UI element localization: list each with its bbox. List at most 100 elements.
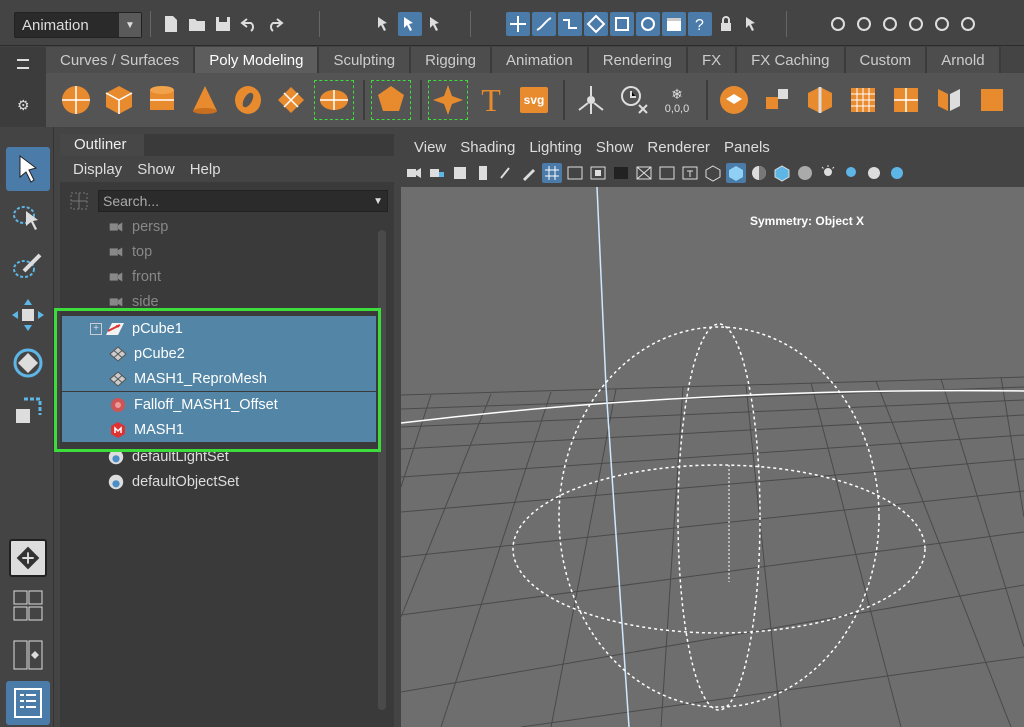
poly-sphere-icon[interactable] <box>56 80 96 120</box>
tab-arnold[interactable]: Arnold <box>927 47 1001 73</box>
outliner-scrollbar[interactable] <box>376 230 388 727</box>
snap-point-icon[interactable] <box>558 12 582 36</box>
light-editor-icon[interactable] <box>956 12 980 36</box>
search-input[interactable]: Search... ▼ <box>98 190 388 212</box>
menu-icon[interactable] <box>17 59 29 69</box>
move-tool-icon[interactable] <box>6 293 50 337</box>
redo-icon[interactable] <box>263 12 287 36</box>
rotate-tool-icon[interactable] <box>6 341 50 385</box>
combine-icon[interactable] <box>714 80 754 120</box>
default-material-icon[interactable] <box>749 163 769 183</box>
filter-icon[interactable] <box>68 190 90 212</box>
poly-plane-icon[interactable] <box>271 80 311 120</box>
tab-fx[interactable]: FX <box>687 47 738 73</box>
wireframe-on-shaded-icon[interactable] <box>772 163 792 183</box>
field-chart-icon[interactable] <box>634 163 654 183</box>
list-item[interactable]: top <box>60 239 376 264</box>
menu-shading[interactable]: Shading <box>460 139 515 156</box>
poly-disc-icon[interactable] <box>314 80 354 120</box>
lasso-tool-icon[interactable] <box>6 197 50 241</box>
poly-torus-icon[interactable] <box>228 80 268 120</box>
outliner-layout-icon[interactable] <box>6 681 50 725</box>
persp-outliner-layout-icon[interactable] <box>6 637 50 673</box>
snap-grid-icon[interactable] <box>506 12 530 36</box>
menu-help[interactable]: Help <box>190 161 221 178</box>
textured-icon[interactable] <box>795 163 815 183</box>
save-icon[interactable] <box>211 12 235 36</box>
safe-title-icon[interactable] <box>680 163 700 183</box>
separate-icon[interactable] <box>757 80 797 120</box>
paint-select-tool-icon[interactable] <box>6 245 50 289</box>
image-plane-icon[interactable] <box>473 163 493 183</box>
menu-set-dropdown[interactable]: Animation ▼ <box>14 12 142 38</box>
poly-cone-icon[interactable] <box>185 80 225 120</box>
bookmark-icon[interactable] <box>450 163 470 183</box>
two-d-pan-icon[interactable] <box>496 163 516 183</box>
wireframe-icon[interactable] <box>703 163 723 183</box>
select-lock-icon[interactable] <box>740 12 764 36</box>
list-item[interactable]: side <box>60 289 376 314</box>
menu-show[interactable]: Show <box>137 161 175 178</box>
expand-icon[interactable]: + <box>90 322 102 335</box>
open-folder-icon[interactable] <box>185 12 209 36</box>
undo-icon[interactable] <box>237 12 261 36</box>
scrollbar-thumb[interactable] <box>378 230 386 710</box>
tab-animation[interactable]: Animation <box>492 47 589 73</box>
resolution-gate-icon[interactable] <box>588 163 608 183</box>
tab-fx-caching[interactable]: FX Caching <box>737 47 846 73</box>
render-view-icon[interactable] <box>636 12 660 36</box>
grease-pencil-icon[interactable] <box>519 163 539 183</box>
mirror-icon[interactable] <box>929 80 969 120</box>
perspective-viewport[interactable]: Symmetry: Object X <box>401 187 1024 727</box>
list-item[interactable]: pCube2 <box>62 341 376 366</box>
tab-rigging[interactable]: Rigging <box>411 47 493 73</box>
tab-curves-surfaces[interactable]: Curves / Surfaces <box>46 47 196 73</box>
list-item[interactable]: + pCube1 <box>62 316 376 341</box>
list-item[interactable]: MASH1_ReproMesh <box>62 366 376 391</box>
menu-show[interactable]: Show <box>596 139 634 156</box>
film-gate-icon[interactable] <box>565 163 585 183</box>
object-select-icon[interactable] <box>398 12 422 36</box>
camera-select-icon[interactable] <box>404 163 424 183</box>
safe-action-icon[interactable] <box>657 163 677 183</box>
four-view-layout-icon[interactable] <box>6 589 50 625</box>
hierarchy-select-icon[interactable] <box>372 12 396 36</box>
menu-view[interactable]: View <box>414 139 446 156</box>
freeze-transform-icon[interactable]: ❄ 0,0,0 <box>657 80 697 120</box>
make-live-icon[interactable] <box>610 12 634 36</box>
ambient-occlusion-icon[interactable] <box>864 163 884 183</box>
extract-icon[interactable] <box>800 80 840 120</box>
snap-curve-icon[interactable] <box>532 12 556 36</box>
menu-lighting[interactable]: Lighting <box>529 139 582 156</box>
single-perspective-layout-icon[interactable] <box>9 539 47 577</box>
tab-poly-modeling[interactable]: Poly Modeling <box>195 47 320 73</box>
delete-history-icon[interactable] <box>614 80 654 120</box>
poly-cube-icon[interactable] <box>99 80 139 120</box>
grid-toggle-icon[interactable] <box>542 163 562 183</box>
list-item[interactable]: front <box>60 264 376 289</box>
list-item[interactable]: MASH1 <box>62 417 376 442</box>
hypershade-icon[interactable] <box>904 12 928 36</box>
camera-lock-icon[interactable] <box>427 163 447 183</box>
super-shape-icon[interactable] <box>428 80 468 120</box>
clean-up-icon[interactable] <box>972 80 1012 120</box>
lock-icon[interactable] <box>714 12 738 36</box>
smooth-icon[interactable] <box>843 80 883 120</box>
type-tool-icon[interactable]: T <box>471 80 511 120</box>
snap-view-plane-icon[interactable] <box>584 12 608 36</box>
motion-blur-icon[interactable] <box>887 163 907 183</box>
use-all-lights-icon[interactable] <box>818 163 838 183</box>
platonic-solid-icon[interactable] <box>371 80 411 120</box>
list-item[interactable]: Falloff_MASH1_Offset <box>62 392 376 417</box>
render-settings-icon[interactable] <box>878 12 902 36</box>
gear-icon[interactable]: ⚙ <box>17 97 30 114</box>
tab-sculpting[interactable]: Sculpting <box>319 47 412 73</box>
component-select-icon[interactable] <box>424 12 448 36</box>
center-pivot-icon[interactable] <box>571 80 611 120</box>
ipr-render-icon[interactable] <box>852 12 876 36</box>
list-item[interactable]: defaultObjectSet <box>60 469 376 494</box>
tab-custom[interactable]: Custom <box>845 47 928 73</box>
poly-cylinder-icon[interactable] <box>142 80 182 120</box>
outliner-tab[interactable]: Outliner <box>60 134 144 156</box>
new-scene-icon[interactable] <box>159 12 183 36</box>
